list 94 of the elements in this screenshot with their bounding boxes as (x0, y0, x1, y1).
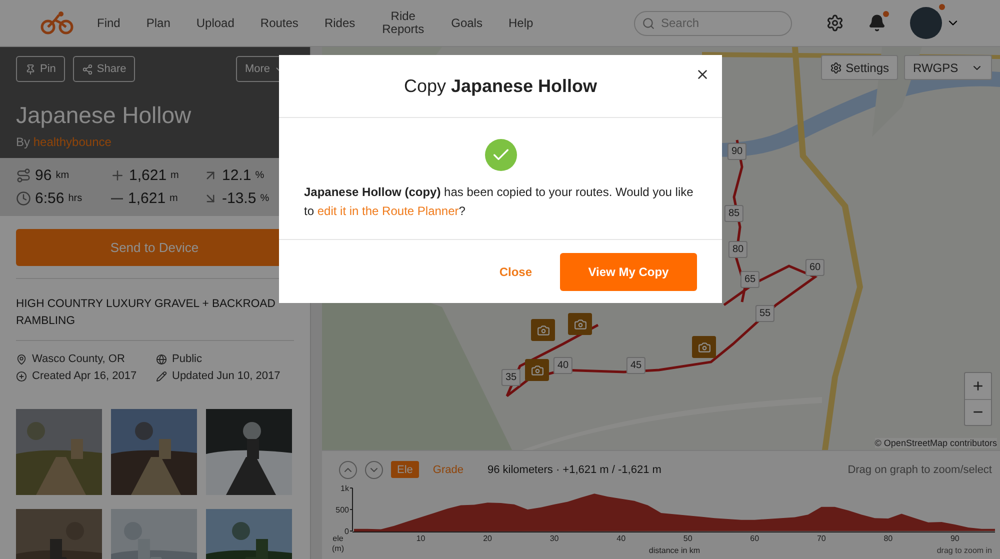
plus-icon (110, 168, 125, 183)
zoom-out-button[interactable]: − (965, 399, 991, 425)
camera-icon (698, 340, 710, 354)
close-button[interactable]: Close (493, 264, 538, 280)
route-title: Japanese Hollow (16, 102, 192, 129)
camera-icon (536, 324, 550, 336)
bell-icon[interactable] (868, 14, 886, 32)
stat-value: 12.1 (222, 167, 252, 184)
distance-marker: 60 (805, 259, 825, 276)
distance-marker: 90 (727, 143, 747, 160)
collapse-button[interactable] (339, 460, 357, 478)
nav-link[interactable]: Find (84, 16, 134, 30)
y-axis-label: ele (m) (332, 534, 344, 553)
meta-text: Updated Jun 10, 2017 (172, 370, 280, 382)
settings-icon[interactable] (826, 14, 844, 32)
camera-marker[interactable] (568, 313, 592, 335)
zoom-in-button[interactable]: + (965, 373, 991, 399)
x-tick-label: 10 (416, 534, 426, 543)
camera-marker[interactable] (531, 319, 555, 341)
cyclist-logo (40, 11, 74, 35)
nav-link[interactable]: Plan (133, 16, 184, 30)
nav-link[interactable]: Upload (183, 16, 248, 30)
settings-button[interactable]: Settings (820, 55, 898, 80)
meta-text: Created Apr 16, 2017 (32, 370, 137, 382)
stat-unit: km (56, 170, 70, 181)
stat-value: 6:56 (35, 190, 64, 207)
distance-marker: 55 (755, 305, 775, 322)
minus-icon (111, 198, 123, 200)
distance-marker: 85 (724, 205, 744, 222)
x-tick-label: 90 (950, 534, 960, 543)
pencil-icon (156, 370, 167, 382)
search-field[interactable]: Search (634, 10, 792, 36)
y-tick-label: 500 (336, 506, 350, 514)
nav-link[interactable]: Routes (247, 16, 312, 30)
route-summary: 96 kilometers · +1,621 m / -1,621 m (487, 464, 662, 476)
x-tick-label: 20 (483, 534, 493, 543)
meta-text: Public (172, 353, 202, 365)
x-tick-label: 60 (750, 534, 760, 543)
x-tick-label: 80 (884, 534, 894, 543)
route-planner-link[interactable]: edit it in the Route Planner (317, 204, 459, 218)
clock-icon (16, 191, 31, 206)
stat-value: -13.5 (222, 190, 256, 207)
stat-unit: hrs (68, 193, 82, 204)
share-icon (82, 64, 93, 74)
drag-hint: drag to zoom in (936, 546, 992, 555)
x-tick-label: 30 (550, 534, 560, 543)
distance-marker: 40 (553, 357, 573, 374)
stat-unit: % (255, 170, 264, 181)
distance-marker: 35 (501, 369, 521, 386)
by-label: By (16, 135, 30, 149)
close-icon[interactable] (695, 67, 710, 82)
x-tick-label: 50 (683, 534, 693, 543)
plus-circle-icon (16, 370, 27, 382)
x-axis: 10 20 30 40 50 60 70 80 90 (352, 532, 996, 543)
camera-icon (574, 318, 586, 330)
route-icon (16, 168, 31, 183)
distance-marker: 45 (626, 357, 646, 374)
pin-button[interactable]: Pin (16, 56, 65, 82)
success-check-icon (484, 139, 516, 171)
y-tick-label: 0 (344, 527, 350, 536)
nav-link[interactable]: Goals (438, 16, 496, 30)
camera-marker[interactable] (525, 359, 549, 381)
stat-value: 96 (35, 167, 52, 184)
layer-select[interactable]: RWGPS (904, 55, 992, 80)
stat-value: 1,621 (129, 167, 167, 184)
nav-link[interactable]: Help (495, 16, 546, 30)
gear-icon (830, 62, 842, 74)
distance-marker: 80 (728, 241, 748, 258)
graph-hint: Drag on graph to zoom/select (848, 464, 992, 476)
avatar[interactable] (910, 7, 942, 39)
globe-icon (156, 354, 167, 364)
stat-value: 1,621 (128, 190, 166, 207)
share-button[interactable]: Share (72, 56, 136, 82)
meta-text: Wasco County, OR (32, 353, 125, 365)
camera-icon (530, 364, 544, 376)
view-my-copy-button[interactable]: View My Copy (560, 252, 697, 290)
nav-link[interactable]: Ride Reports (368, 10, 438, 36)
x-tick-label: 40 (616, 534, 626, 543)
dialog-message: Japanese Hollow (copy) has been copied to your routes. Would you like to edit it in the Route Planner? (304, 184, 694, 220)
y-axis: 0 500 1k (336, 484, 353, 536)
stat-unit: m (170, 170, 179, 181)
dialog-title: Copy Japanese Hollow (404, 76, 598, 96)
search-icon (642, 16, 655, 30)
x-axis-label: distance in km (648, 546, 700, 555)
distance-marker: 65 (740, 271, 760, 288)
y-tick-label: 1k (340, 484, 350, 493)
map-pin-icon (16, 354, 27, 364)
x-tick-label: 70 (816, 534, 826, 543)
stat-unit: m (170, 193, 178, 204)
nav-link[interactable]: Rides (311, 16, 368, 30)
stat-unit: % (260, 193, 270, 204)
pin-icon (25, 64, 36, 74)
camera-marker[interactable] (692, 336, 716, 358)
expand-button[interactable] (365, 460, 383, 478)
